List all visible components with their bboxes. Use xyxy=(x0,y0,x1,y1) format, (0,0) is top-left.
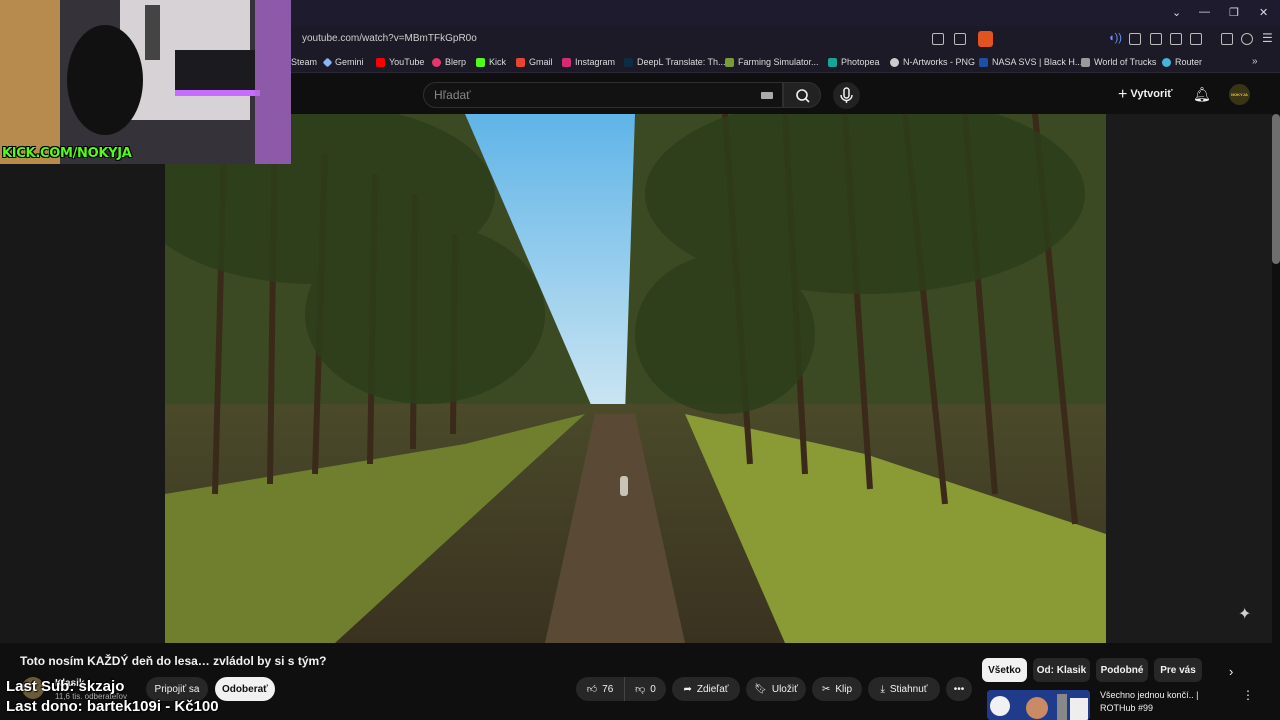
download-icon: ⤓ xyxy=(880,683,885,695)
dislike-button[interactable]: 👎︎ 0 xyxy=(624,677,666,701)
bookmark-world-of-trucks[interactable]: World of Trucks xyxy=(1081,57,1156,67)
clip-button[interactable]: ✂ Klip xyxy=(812,677,862,701)
watermark-icon: ✦ xyxy=(1238,606,1252,623)
download-button[interactable]: ⤓ Stiahnuť xyxy=(868,677,940,701)
bookmark-gmail[interactable]: Gmail xyxy=(516,57,553,67)
photopea-icon xyxy=(828,57,837,67)
microphone-icon xyxy=(840,87,853,103)
save-button[interactable]: 🔖︎ Uložiť xyxy=(746,677,806,701)
webcam-image xyxy=(0,0,291,164)
bookmark-youtube[interactable]: YouTube xyxy=(376,57,424,67)
notifications-bell-icon[interactable]: 🔔︎ xyxy=(1193,86,1211,103)
keyboard-icon[interactable] xyxy=(761,92,773,99)
chevron-right-icon[interactable]: › xyxy=(1229,664,1233,679)
last-sub-overlay: Last Sub: skzajo xyxy=(6,678,125,695)
plus-icon: + xyxy=(1118,86,1128,103)
gmail-icon xyxy=(516,57,525,67)
chip-from-channel[interactable]: Od: Klasik xyxy=(1033,658,1090,682)
subscribe-button[interactable]: Odoberať xyxy=(215,677,275,701)
instagram-icon xyxy=(562,57,571,67)
key-icon[interactable] xyxy=(1150,33,1162,45)
thumbnail-image xyxy=(987,690,1090,720)
webcam-overlay xyxy=(0,0,291,164)
bookmark-steam[interactable]: Steam xyxy=(291,57,317,67)
screen-icon[interactable] xyxy=(932,33,944,45)
bookmark-blerp[interactable]: Blerp xyxy=(432,57,466,67)
chip-all[interactable]: Všetko xyxy=(982,658,1027,682)
search-button[interactable] xyxy=(783,82,821,108)
bookmark-photopea[interactable]: Photopea xyxy=(828,57,880,67)
like-button[interactable]: 👍︎ 76 xyxy=(576,677,624,701)
forest-path-frame xyxy=(165,114,1106,643)
page-scrollbar[interactable] xyxy=(1272,114,1280,264)
search-icon xyxy=(796,89,810,103)
download-icon[interactable] xyxy=(1170,33,1182,45)
router-icon xyxy=(1162,57,1171,67)
thumbs-up-icon: 👍︎ xyxy=(586,684,598,695)
bookmarks-overflow-icon[interactable]: » xyxy=(1252,56,1258,67)
farming-icon xyxy=(725,57,734,67)
thumbs-down-icon: 👎︎ xyxy=(635,684,646,695)
url-field[interactable]: youtube.com/watch?v=MBmTFkGpR0o xyxy=(302,33,477,44)
bookmark-router[interactable]: Router xyxy=(1162,57,1202,67)
last-dono-overlay: Last dono: bartek109i - Kč100 xyxy=(6,698,219,715)
youtube-icon xyxy=(376,57,385,67)
video-ambient-left xyxy=(0,114,165,643)
create-button[interactable]: + Vytvoriť xyxy=(1118,86,1173,104)
avatar[interactable]: NOKYJA xyxy=(1229,84,1250,105)
voice-search-button[interactable] xyxy=(833,82,860,109)
nasa-icon xyxy=(979,57,988,67)
bookmark-n-artworks[interactable]: N-Artworks - PNG xyxy=(890,57,975,67)
recommended-title[interactable]: Všechno jednou končí.. | ROTHub #99 xyxy=(1100,689,1220,715)
trash-icon[interactable] xyxy=(1190,33,1202,45)
video-ambient-right xyxy=(1106,114,1272,643)
bookmark-gemini[interactable]: Gemini xyxy=(322,57,364,67)
video-title: Toto nosím KAŽDÝ deň do lesa… zvládol by… xyxy=(20,654,327,668)
kick-channel-label: KICK.COM/NOKYJA xyxy=(2,146,132,161)
more-actions-button[interactable]: ••• xyxy=(946,677,972,701)
audio-icon[interactable]: ◖)) xyxy=(1108,32,1122,44)
bookmark-kick[interactable]: Kick xyxy=(476,57,506,67)
truck-icon xyxy=(1081,57,1090,67)
bookmark-nasa[interactable]: NASA SVS | Black H... xyxy=(979,57,1082,67)
more-horizontal-icon: ••• xyxy=(953,683,965,695)
chip-for-you[interactable]: Pre vás xyxy=(1154,658,1202,682)
brave-shield-icon[interactable] xyxy=(978,31,993,47)
close-icon[interactable]: ✕ xyxy=(1259,6,1268,19)
video-player[interactable] xyxy=(165,114,1106,643)
recommended-thumbnail[interactable] xyxy=(987,690,1090,720)
gemini-icon xyxy=(322,57,333,67)
chevron-down-icon[interactable]: ⌄ xyxy=(1172,6,1181,19)
bookmark-farming-simulator[interactable]: Farming Simulator... xyxy=(725,57,819,67)
share-icon[interactable] xyxy=(954,33,966,45)
blerp-icon xyxy=(432,57,441,67)
vpn-icon[interactable] xyxy=(1241,33,1253,45)
restore-icon[interactable]: ❐ xyxy=(1229,6,1239,19)
share-button[interactable]: ➦ Zdieľať xyxy=(672,677,740,701)
minimize-icon[interactable]: — xyxy=(1199,6,1210,18)
bookmark-deepl[interactable]: DeepL Translate: Th... xyxy=(624,57,726,67)
kick-icon xyxy=(476,57,485,67)
extensions-icon[interactable] xyxy=(1129,33,1141,45)
search-placeholder: Hľadať xyxy=(434,88,471,102)
globe-icon xyxy=(890,57,899,67)
search-input[interactable] xyxy=(423,82,783,108)
bookmark-instagram[interactable]: Instagram xyxy=(562,57,615,67)
more-vertical-icon[interactable]: ⋮ xyxy=(1242,688,1254,702)
bookmark-icon: 🔖︎ xyxy=(754,683,767,695)
music-icon[interactable] xyxy=(1221,33,1233,45)
menu-icon[interactable]: ☰ xyxy=(1262,31,1273,45)
deepl-icon xyxy=(624,57,633,67)
scissors-icon: ✂ xyxy=(821,683,831,695)
share-arrow-icon: ➦ xyxy=(683,683,692,695)
chip-related[interactable]: Podobné xyxy=(1096,658,1148,682)
